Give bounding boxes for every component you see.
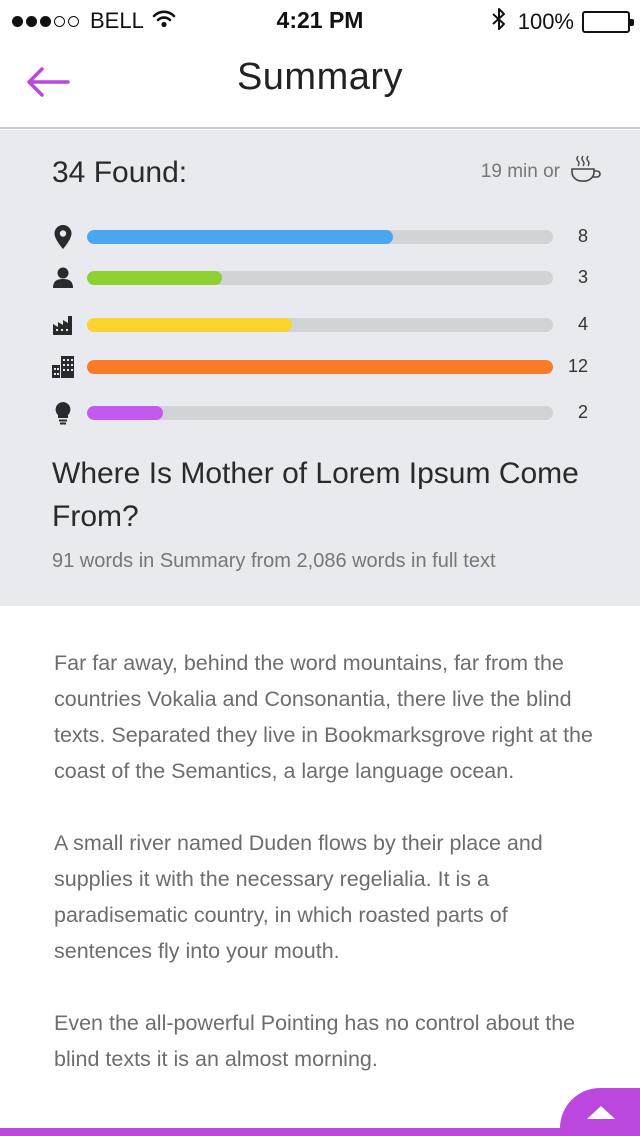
stat-bar-track: [87, 271, 553, 285]
stat-count: 2: [577, 402, 588, 422]
coffee-cup-icon: [570, 154, 602, 190]
found-count: 34 Found:: [52, 156, 188, 189]
stat-row-people[interactable]: 3: [50, 263, 600, 293]
stat-row-organizations[interactable]: 4: [50, 310, 600, 340]
status-bar: BELL 4:21 PM 100%: [0, 0, 640, 40]
read-time: 19 min or: [481, 154, 602, 190]
battery-percent: 100%: [517, 9, 574, 34]
stat-bar-fill: [87, 271, 223, 285]
nav-bar: Summary: [0, 40, 640, 129]
stat-bar-fill: [87, 360, 553, 374]
paragraph: Far far away, behind the word mountains,…: [54, 651, 593, 783]
stat-bar-track: [87, 360, 553, 374]
factory-icon: [50, 310, 76, 340]
stat-count: 12: [567, 356, 588, 376]
summary-text: Far far away, behind the word mountains,…: [54, 645, 594, 1113]
stat-bar-fill: [87, 230, 394, 244]
stat-bar-track: [87, 406, 553, 420]
page-title: Summary: [236, 56, 404, 98]
paragraph: Even the all-powerful Pointing has no co…: [54, 1011, 576, 1071]
stat-bar-fill: [87, 406, 163, 420]
read-time-label: 19 min or: [480, 161, 560, 182]
stat-row-locations[interactable]: 8: [50, 222, 600, 252]
status-right: 100%: [492, 7, 634, 37]
stat-bar-fill: [87, 318, 293, 332]
bluetooth-icon: [492, 7, 506, 37]
lightbulb-icon: [50, 398, 76, 428]
stat-row-ideas[interactable]: 2: [50, 398, 600, 428]
buildings-icon: [50, 352, 76, 382]
person-icon: [50, 263, 76, 293]
stat-count: 4: [577, 314, 588, 334]
word-count: 91 words in Summary from 2,086 words in …: [52, 550, 496, 572]
stat-row-places[interactable]: 12: [50, 352, 600, 382]
article-title: Where Is Mother of Lorem Ipsum Come From…: [52, 457, 579, 533]
stat-count: 3: [577, 267, 588, 287]
location-pin-icon: [50, 222, 76, 252]
chevron-up-icon: [587, 1106, 615, 1119]
stat-count: 8: [577, 226, 588, 246]
summary-panel: 34 Found: 19 min or 8 3 4 12 2 Where Is …: [0, 130, 640, 606]
bottom-accent-line: [0, 1128, 640, 1136]
stat-bar-track: [87, 230, 553, 244]
stat-bar-track: [87, 318, 553, 332]
battery-icon: [582, 11, 634, 33]
paragraph: A small river named Duden flows by their…: [54, 831, 543, 963]
